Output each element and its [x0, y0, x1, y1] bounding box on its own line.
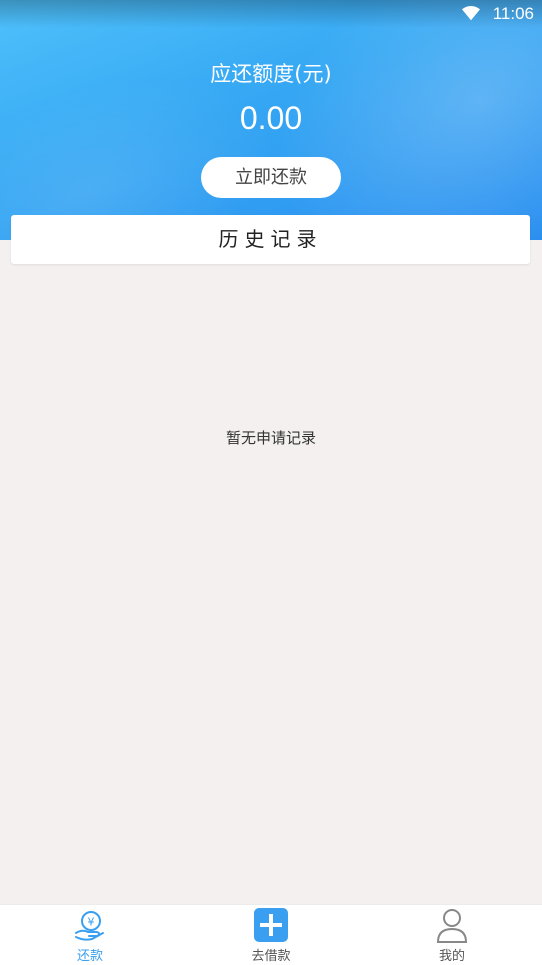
status-time: 11:06 — [492, 4, 534, 23]
user-icon — [436, 909, 468, 943]
tab-label-repay: 还款 — [76, 949, 103, 964]
tab-label-profile: 我的 — [438, 949, 465, 964]
tab-profile[interactable]: 我的 — [392, 905, 512, 965]
repay-icon: ¥ — [75, 911, 104, 941]
bottom-tab-bar: ¥ 还款 去借款 我的 — [0, 904, 542, 965]
header-banner: 11:06 应还额度(元) 0.00 立即还款 — [0, 0, 542, 240]
svg-text:¥: ¥ — [88, 916, 95, 929]
amount-due-value: 0.00 — [239, 100, 303, 136]
empty-records-message: 暂无申请记录 — [225, 429, 316, 447]
history-records-header: 历史记录 — [11, 215, 530, 264]
tab-borrow[interactable]: 去借款 — [211, 905, 331, 965]
status-bar: 11:06 — [0, 0, 542, 28]
amount-due-label: 应还额度(元) — [210, 62, 332, 86]
wifi-icon — [462, 5, 480, 21]
plus-icon — [254, 908, 288, 942]
tab-label-borrow: 去借款 — [251, 949, 291, 964]
repay-now-button[interactable]: 立即还款 — [201, 157, 341, 198]
tab-repay[interactable]: ¥ 还款 — [30, 905, 150, 965]
